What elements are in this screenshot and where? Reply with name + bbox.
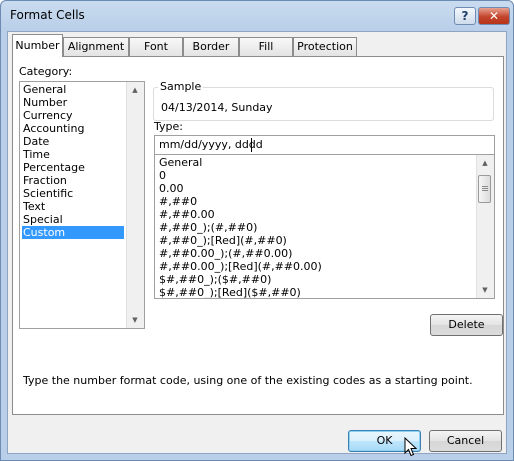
sample-label: Sample — [158, 80, 204, 93]
list-item[interactable]: Time — [22, 148, 124, 161]
list-item[interactable]: Scientific — [22, 187, 124, 200]
list-item[interactable]: #,##0.00_);(#,##0.00) — [159, 247, 292, 260]
category-list[interactable]: General Number Currency Accounting Date … — [19, 81, 145, 329]
type-label: Type: — [154, 120, 183, 133]
scroll-up-icon[interactable]: ▲ — [477, 155, 493, 171]
tab-fill[interactable]: Fill — [239, 37, 293, 56]
help-button[interactable]: ? — [454, 7, 476, 25]
help-text: Type the number format code, using one o… — [23, 374, 473, 387]
list-item[interactable]: #,##0.00_);[Red](#,##0.00) — [159, 260, 322, 273]
list-item-selected[interactable]: Custom — [22, 226, 124, 239]
list-item[interactable]: Percentage — [22, 161, 124, 174]
dialog-title: Format Cells — [10, 8, 85, 22]
scroll-thumb[interactable] — [478, 175, 491, 203]
list-item[interactable]: $#,##0_);[Red]($#,##0) — [159, 286, 301, 298]
tab-number[interactable]: Number — [12, 34, 63, 57]
category-label: Category: — [19, 65, 73, 78]
list-item[interactable]: $#,##0_);($#,##0) — [159, 273, 271, 286]
sample-value: 04/13/2014, Sunday — [161, 101, 273, 114]
list-item[interactable]: Accounting — [22, 122, 124, 135]
list-item[interactable]: Special — [22, 213, 124, 226]
title-bar[interactable]: Format Cells ? ✕ — [1, 1, 513, 31]
mouse-pointer-icon — [404, 437, 417, 457]
category-scrollbar[interactable]: ▲ ▼ — [126, 82, 144, 328]
tab-border[interactable]: Border — [183, 37, 239, 56]
list-item[interactable]: Currency — [22, 109, 124, 122]
number-tab-panel: Category: General Number Currency Accoun… — [12, 56, 504, 415]
scroll-up-icon[interactable]: ▲ — [127, 82, 143, 98]
dialog-body: Number Alignment Font Border Fill Protec… — [7, 31, 507, 454]
list-item[interactable]: Text — [22, 200, 124, 213]
list-item[interactable]: #,##0_);(#,##0) — [159, 221, 257, 234]
type-field[interactable] — [154, 135, 495, 155]
tab-protection[interactable]: Protection — [293, 37, 357, 56]
list-item[interactable]: Number — [22, 96, 124, 109]
format-code-list[interactable]: General 0 0.00 #,##0 #,##0.00 #,##0_);(#… — [154, 154, 495, 299]
close-button[interactable]: ✕ — [478, 7, 510, 25]
list-item[interactable]: #,##0_);[Red](#,##0) — [159, 234, 287, 247]
tab-alignment[interactable]: Alignment — [63, 37, 129, 56]
delete-button[interactable]: Delete — [430, 314, 503, 336]
sample-group: Sample 04/13/2014, Sunday — [153, 80, 494, 121]
list-item[interactable]: #,##0.00 — [159, 208, 215, 221]
tab-font[interactable]: Font — [129, 37, 183, 56]
list-item[interactable]: General — [159, 156, 202, 169]
list-item[interactable]: Fraction — [22, 174, 124, 187]
scroll-down-icon[interactable]: ▼ — [477, 282, 493, 298]
list-item[interactable]: 0 — [159, 169, 166, 182]
list-item[interactable]: #,##0 — [159, 195, 197, 208]
list-item[interactable]: 0.00 — [159, 182, 184, 195]
type-input[interactable] — [156, 137, 489, 152]
list-item[interactable]: Date — [22, 135, 124, 148]
cancel-button[interactable]: Cancel — [429, 430, 502, 452]
format-list-scrollbar[interactable]: ▲ ▼ — [476, 155, 494, 298]
scroll-down-icon[interactable]: ▼ — [127, 312, 143, 328]
format-cells-dialog: Format Cells ? ✕ Number Alignment Font B… — [0, 0, 514, 461]
list-item[interactable]: General — [22, 83, 124, 96]
text-caret — [251, 138, 252, 152]
